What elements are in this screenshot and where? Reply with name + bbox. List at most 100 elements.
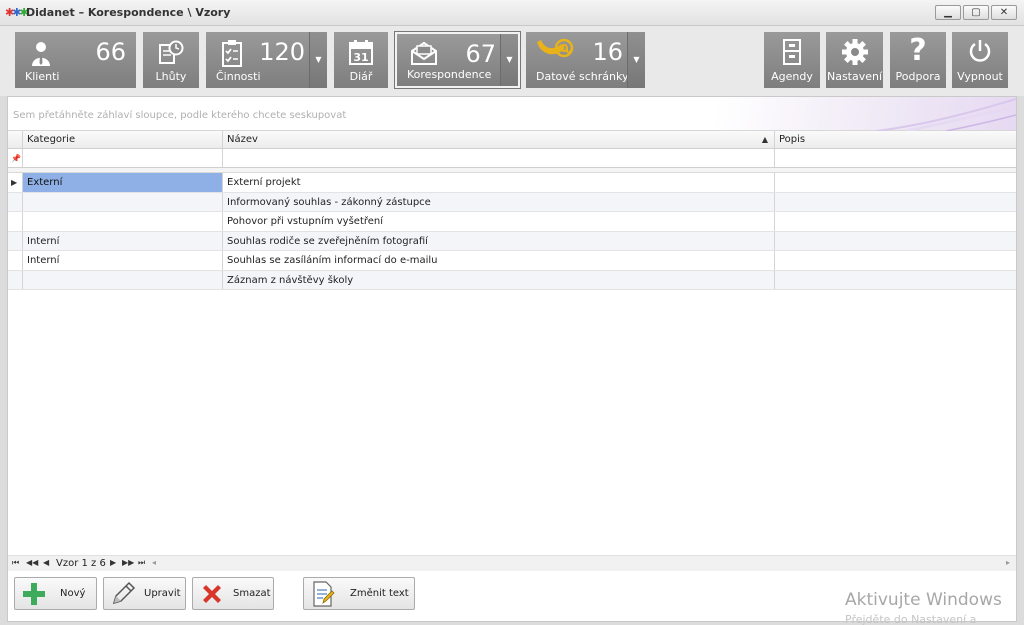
tile-korespondence-dropdown[interactable]: ▼ [500,34,518,86]
tile-lhuty[interactable]: Lhůty [143,32,199,88]
decorative-swoosh [875,98,1016,131]
tile-agendy[interactable]: Agendy [764,32,820,88]
scroll-left-button[interactable]: ◂ [152,558,156,567]
cell-kategorie[interactable]: Interní [23,251,223,270]
cell-popis[interactable] [775,212,1016,231]
tile-klienti-label: Klienti [25,70,60,83]
table-row[interactable]: Interní Souhlas rodiče se zveřejněním fo… [8,231,1016,251]
tile-datove-schranky-count: 16 [592,38,623,66]
cell-nazev[interactable]: Informovaný souhlas - zákonný zástupce [223,192,775,211]
question-mark-icon: ? [909,32,927,68]
previous-page-fast-button[interactable]: ◀◀ [26,558,38,567]
tile-podpora[interactable]: ? Podpora [890,32,946,88]
table-row[interactable]: Informovaný souhlas - zákonný zástupce [8,192,1016,212]
column-header-popis[interactable]: Popis [775,131,1016,148]
row-indicator [8,270,23,289]
filter-kategorie[interactable] [23,149,223,167]
cell-nazev[interactable]: Pohovor při vstupním vyšetření [223,212,775,231]
cell-nazev[interactable]: Souhlas se zasíláním informací do e-mail… [223,251,775,270]
minimize-button[interactable]: ▁ [935,5,961,20]
tile-podpora-label: Podpora [895,70,941,83]
grid-header: Kategorie Název ▲ Popis [8,131,1016,149]
cell-popis[interactable] [775,232,1016,251]
filter-nazev[interactable] [223,149,775,167]
tile-cinnosti[interactable]: 120 Činnosti ▼ [206,32,327,88]
clock-document-icon [157,38,185,66]
tile-cinnosti-count: 120 [259,38,305,66]
grid-rows: ▶ Externí Externí projekt Informovaný so… [8,173,1016,290]
cell-kategorie[interactable]: Externí [23,173,223,192]
cell-nazev[interactable]: Externí projekt [223,173,775,192]
cell-kategorie[interactable] [23,270,223,289]
tile-vypnout-label: Vypnout [957,70,1003,83]
tile-nastaveni-label: Nastavení [826,70,883,83]
templates-grid-panel: Sem přetáhněte záhlaví sloupce, podle kt… [7,96,1017,622]
delete-x-icon [199,581,225,607]
tile-cinnosti-label: Činnosti [216,70,261,83]
edit-button-label: Upravit [144,588,181,599]
cell-popis[interactable] [775,173,1016,192]
change-text-button[interactable]: Změnit text [303,577,415,610]
clipboard-check-icon [220,38,244,68]
close-button[interactable]: ✕ [991,5,1017,20]
cell-popis[interactable] [775,193,1016,212]
sort-ascending-icon: ▲ [761,135,768,144]
group-by-panel[interactable]: Sem přetáhněte záhlaví sloupce, podle kt… [8,97,1016,131]
tile-diar[interactable]: 31 Diář [334,32,388,88]
table-row[interactable]: Pohovor při vstupním vyšetření [8,212,1016,232]
filter-popis[interactable] [775,149,1016,167]
cabinet-icon [780,38,804,66]
gear-icon [840,37,870,67]
change-text-button-label: Změnit text [350,588,409,599]
edit-button[interactable]: Upravit [103,577,186,610]
cell-kategorie[interactable] [23,212,223,231]
next-record-button[interactable]: ▶ [110,558,116,567]
column-header-nazev[interactable]: Název ▲ [223,131,775,148]
grid-pager: ⏮ ◀◀ ◀ Vzor 1 z 6 ▶ ▶▶ ⏭ ◂ ▸ [8,555,1016,571]
cell-kategorie[interactable] [23,192,223,211]
table-row[interactable]: Záznam z návštěvy školy [8,270,1016,290]
tile-datove-schranky[interactable]: 16 Datové schránky ▼ [526,32,645,88]
maximize-button[interactable]: ▢ [963,5,989,20]
tile-cinnosti-dropdown[interactable]: ▼ [309,32,327,88]
delete-button[interactable]: Smazat [192,577,274,610]
envelope-icon [409,39,439,67]
row-indicator [8,251,23,270]
row-pointer-icon: ▶ [8,173,23,192]
pencil-icon [110,581,136,607]
document-edit-icon [310,581,336,607]
first-page-button[interactable]: ⏮ [12,558,19,568]
tile-agendy-label: Agendy [771,70,813,83]
table-row[interactable]: ▶ Externí Externí projekt [8,173,1016,193]
new-button-label: Nový [60,588,86,599]
cell-nazev[interactable]: Záznam z návštěvy školy [223,270,775,289]
new-button[interactable]: Nový [14,577,97,610]
cell-popis[interactable] [775,271,1016,290]
scroll-right-button[interactable]: ▸ [1006,558,1010,567]
table-row[interactable]: Interní Souhlas se zasíláním informací d… [8,251,1016,271]
windows-activation-watermark: Aktivujte Windows [845,590,1002,610]
tile-datove-schranky-label: Datové schránky [536,70,629,83]
record-position: Vzor 1 z 6 [56,558,106,569]
row-indicator [8,212,23,231]
power-icon [966,37,994,65]
filter-pin-icon: 📌 [8,149,23,167]
tile-datove-schranky-dropdown[interactable]: ▼ [627,32,645,88]
cell-kategorie[interactable]: Interní [23,231,223,250]
group-by-hint: Sem přetáhněte záhlaví sloupce, podle kt… [13,110,347,121]
tile-nastaveni[interactable]: Nastavení [826,32,883,88]
cell-popis[interactable] [775,251,1016,270]
tile-korespondence[interactable]: 67 Korespondence ▼ [394,31,521,89]
tile-klienti-count: 66 [95,38,126,66]
last-page-button[interactable]: ⏭ [138,558,145,568]
next-page-fast-button[interactable]: ▶▶ [122,558,134,567]
cell-nazev[interactable]: Souhlas rodiče se zveřejněním fotografií [223,231,775,250]
app-logo-icon: ✱✱✱ [5,6,29,19]
column-header-kategorie[interactable]: Kategorie [23,131,223,148]
tile-korespondence-label: Korespondence [407,68,492,81]
header-indicator [8,131,23,148]
previous-record-button[interactable]: ◀ [43,558,49,567]
tile-klienti[interactable]: 66 Klienti [15,32,136,88]
tile-vypnout[interactable]: Vypnout [952,32,1008,88]
postal-horn-at-icon [534,35,576,63]
